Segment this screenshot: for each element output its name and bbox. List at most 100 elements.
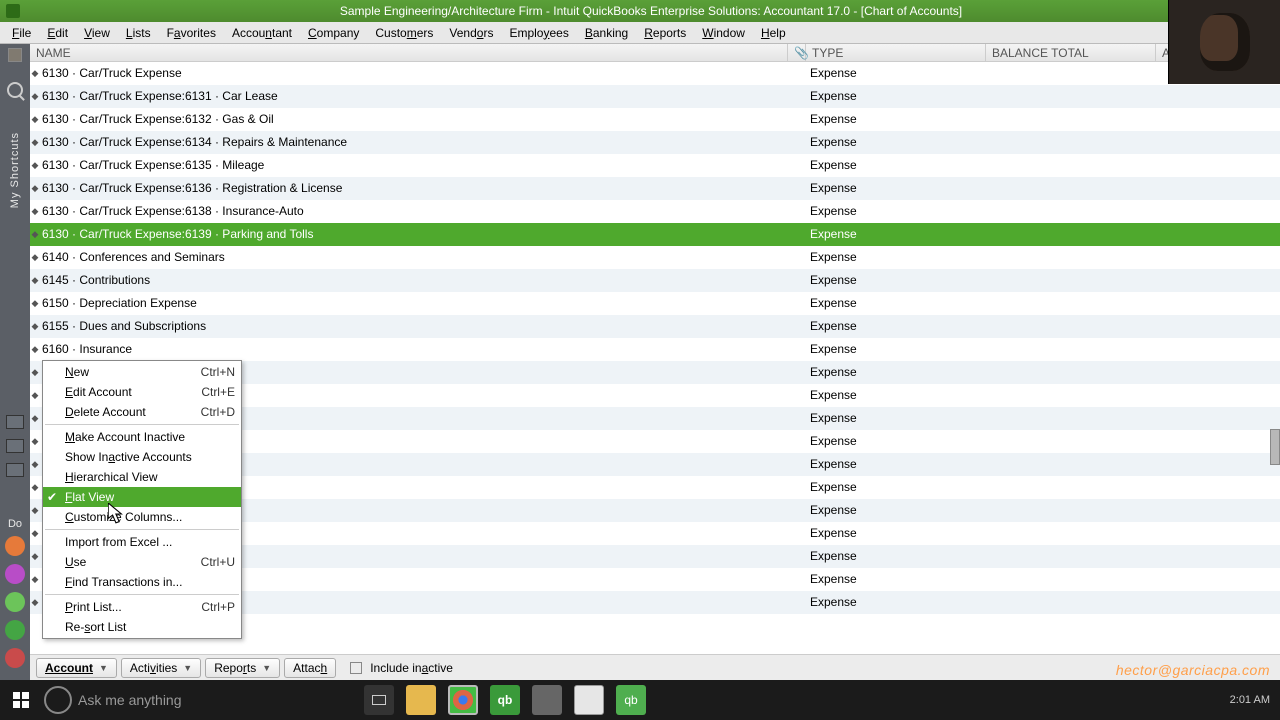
table-row[interactable]: ◆6160 · InsuranceExpense (30, 338, 1280, 361)
row-type: Expense (806, 572, 986, 586)
activities-menu-button[interactable]: Activities▼ (121, 658, 201, 678)
menu-employees[interactable]: Employees (501, 24, 576, 42)
table-row[interactable]: ◆6130 · Car/Truck Expense:6134 · Repairs… (30, 131, 1280, 154)
context-menu-separator (45, 424, 239, 425)
context-menu-item[interactable]: Edit AccountCtrl+E (43, 382, 241, 402)
cortana-icon[interactable] (44, 686, 72, 714)
menu-company[interactable]: Company (300, 24, 367, 42)
sidebar-do-icon-5[interactable] (5, 648, 25, 668)
sidebar-shortcut-2[interactable] (6, 439, 24, 453)
sidebar-do-label: Do (8, 518, 22, 530)
row-name: 6160 · Insurance (40, 342, 788, 356)
scrollbar-thumb[interactable] (1270, 429, 1280, 465)
context-menu-label: Make Account Inactive (65, 430, 185, 444)
context-menu-label: Re-sort List (65, 620, 126, 634)
context-menu-item[interactable]: NewCtrl+N (43, 362, 241, 382)
sidebar-do-icon-3[interactable] (5, 592, 25, 612)
notepad-icon[interactable] (574, 685, 604, 715)
table-row[interactable]: ◆6130 · Car/Truck Expense:6131 · Car Lea… (30, 85, 1280, 108)
row-type: Expense (806, 250, 986, 264)
table-row[interactable]: ◆6130 · Car/Truck Expense:6135 · Mileage… (30, 154, 1280, 177)
context-menu-item[interactable]: Delete AccountCtrl+D (43, 402, 241, 422)
taskbar-app-icon[interactable] (532, 685, 562, 715)
taskbar-search-input[interactable]: Ask me anything (78, 692, 338, 708)
row-bullet-icon: ◆ (30, 137, 40, 148)
context-menu-label: Flat View (65, 490, 114, 504)
context-menu-item[interactable]: Print List...Ctrl+P (43, 597, 241, 617)
menu-banking[interactable]: Banking (577, 24, 636, 42)
col-header-pin-icon[interactable]: 📎 (788, 44, 806, 61)
table-row[interactable]: ◆6130 · Car/Truck Expense:6139 · Parking… (30, 223, 1280, 246)
menu-help[interactable]: Help (753, 24, 794, 42)
context-menu-item[interactable]: Show Inactive Accounts (43, 447, 241, 467)
table-row[interactable]: ◆6145 · ContributionsExpense (30, 269, 1280, 292)
context-menu-item[interactable]: Make Account Inactive (43, 427, 241, 447)
row-bullet-icon: ◆ (30, 597, 40, 608)
row-bullet-icon: ◆ (30, 459, 40, 470)
row-name: 6130 · Car/Truck Expense:6138 · Insuranc… (40, 204, 788, 218)
col-header-name[interactable]: NAME (30, 44, 788, 61)
menu-favorites[interactable]: Favorites (159, 24, 224, 42)
table-row[interactable]: ◆6130 · Car/Truck Expense:6136 · Registr… (30, 177, 1280, 200)
row-bullet-icon: ◆ (30, 275, 40, 286)
sidebar-shortcut-1[interactable] (6, 415, 24, 429)
chrome-icon[interactable] (448, 685, 478, 715)
reports-menu-button[interactable]: Reports▼ (205, 658, 280, 678)
column-header-row: NAME 📎 TYPE BALANCE TOTAL A (30, 44, 1280, 62)
menu-file[interactable]: File (4, 24, 39, 42)
account-menu-button[interactable]: Account▼ (36, 658, 117, 678)
taskbar-clock[interactable]: 2:01 AM (1230, 694, 1270, 706)
menu-reports[interactable]: Reports (636, 24, 694, 42)
quickbooks-icon[interactable]: qb (490, 685, 520, 715)
table-row[interactable]: ◆6155 · Dues and SubscriptionsExpense (30, 315, 1280, 338)
col-header-type[interactable]: TYPE (806, 44, 986, 61)
include-inactive-checkbox[interactable] (350, 662, 362, 674)
col-header-balance[interactable]: BALANCE TOTAL (986, 44, 1156, 61)
context-menu-item[interactable]: ✔Flat View (43, 487, 241, 507)
task-view-icon[interactable] (364, 685, 394, 715)
context-menu-label: Show Inactive Accounts (65, 450, 192, 464)
sidebar-do-icon-4[interactable] (5, 620, 25, 640)
row-bullet-icon: ◆ (30, 482, 40, 493)
context-menu-item[interactable]: UseCtrl+U (43, 552, 241, 572)
context-menu-item[interactable]: Customize Columns... (43, 507, 241, 527)
menu-vendors[interactable]: Vendors (441, 24, 501, 42)
row-type: Expense (806, 411, 986, 425)
sidebar-label: My Shortcuts (9, 132, 21, 208)
sidebar-expand-icon[interactable] (8, 48, 22, 62)
row-bullet-icon: ◆ (30, 505, 40, 516)
quickbooks-running-icon[interactable]: qb (616, 685, 646, 715)
menu-edit[interactable]: Edit (39, 24, 76, 42)
row-name: 6130 · Car/Truck Expense:6135 · Mileage (40, 158, 788, 172)
context-menu-item[interactable]: Find Transactions in... (43, 572, 241, 592)
row-bullet-icon: ◆ (30, 413, 40, 424)
file-explorer-icon[interactable] (406, 685, 436, 715)
menu-lists[interactable]: Lists (118, 24, 159, 42)
table-row[interactable]: ◆6130 · Car/Truck Expense:6138 · Insuran… (30, 200, 1280, 223)
menu-view[interactable]: View (76, 24, 118, 42)
sidebar-do-icon-2[interactable] (5, 564, 25, 584)
table-row[interactable]: ◆6130 · Car/Truck Expense:6132 · Gas & O… (30, 108, 1280, 131)
row-type: Expense (806, 296, 986, 310)
row-type: Expense (806, 181, 986, 195)
menu-customers[interactable]: Customers (367, 24, 441, 42)
row-type: Expense (806, 526, 986, 540)
menu-accountant[interactable]: Accountant (224, 24, 300, 42)
context-menu-item[interactable]: Import from Excel ... (43, 532, 241, 552)
table-row[interactable]: ◆6130 · Car/Truck ExpenseExpense (30, 62, 1280, 85)
search-icon[interactable] (7, 82, 23, 98)
sidebar-shortcut-3[interactable] (6, 463, 24, 477)
attach-button[interactable]: Attach (284, 658, 336, 678)
table-row[interactable]: ◆6150 · Depreciation ExpenseExpense (30, 292, 1280, 315)
window-title: Sample Engineering/Architecture Firm - I… (28, 4, 1274, 18)
row-bullet-icon: ◆ (30, 551, 40, 562)
table-row[interactable]: ◆6140 · Conferences and SeminarsExpense (30, 246, 1280, 269)
context-menu-label: Use (65, 555, 86, 569)
start-button[interactable] (4, 683, 38, 717)
row-bullet-icon: ◆ (30, 252, 40, 263)
sidebar-do-icon-1[interactable] (5, 536, 25, 556)
context-menu-item[interactable]: Re-sort List (43, 617, 241, 637)
context-menu-item[interactable]: Hierarchical View (43, 467, 241, 487)
row-name: 6155 · Dues and Subscriptions (40, 319, 788, 333)
menu-window[interactable]: Window (694, 24, 753, 42)
